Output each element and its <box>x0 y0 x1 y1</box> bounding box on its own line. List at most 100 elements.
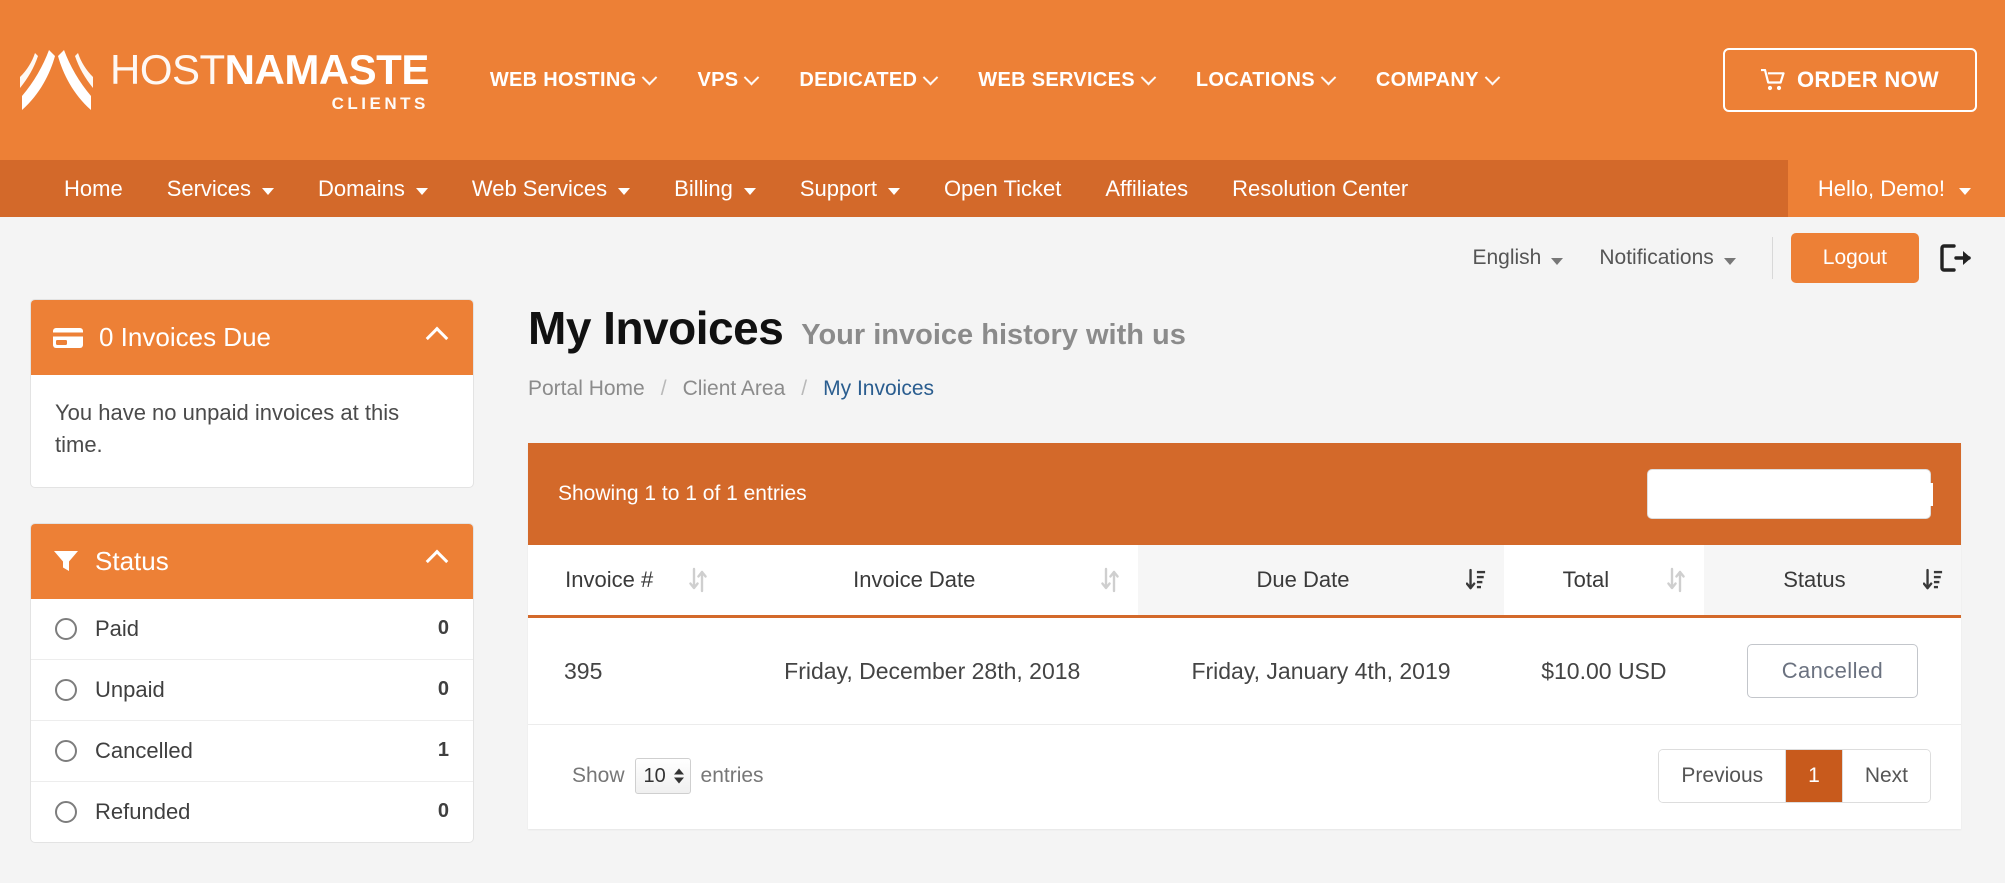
order-now-button[interactable]: ORDER NOW <box>1722 48 1977 112</box>
main-content: My Invoices Your invoice history with us… <box>474 299 2005 878</box>
language-selector[interactable]: English <box>1454 246 1581 270</box>
topnav-item-company[interactable]: COMPANY <box>1355 69 1519 92</box>
table-search-box[interactable] <box>1647 469 1933 519</box>
status-filter-panel: Status Paid 0 Unpaid 0 Cancelled 1 Refun… <box>30 522 474 843</box>
radio-icon[interactable] <box>55 678 77 701</box>
column-header-invoice-number[interactable]: Invoice # <box>528 545 727 617</box>
search-input[interactable] <box>1668 482 1933 506</box>
topnav-item-locations[interactable]: LOCATIONS <box>1175 69 1355 92</box>
column-label: Total <box>1562 567 1610 592</box>
pagination-next[interactable]: Next <box>1842 750 1930 802</box>
page-subtitle: Your invoice history with us <box>801 319 1186 351</box>
status-option-label: Unpaid <box>95 676 165 702</box>
credit-card-icon <box>53 327 83 348</box>
page-size-control: Show 10 entries <box>572 758 764 794</box>
primary-navigation: WEB HOSTING VPS DEDICATED WEB SERVICES L… <box>469 69 1723 92</box>
cell-invoice-date: Friday, December 28th, 2018 <box>726 616 1139 725</box>
sort-desc-icon <box>1923 568 1943 590</box>
table-footer: Show 10 entries Previous 1 Next <box>528 725 1961 829</box>
page-body: 0 Invoices Due You have no unpaid invoic… <box>0 299 2005 878</box>
status-option-label: Cancelled <box>95 737 193 763</box>
status-filter-option-refunded[interactable]: Refunded 0 <box>31 782 473 842</box>
sidebar: 0 Invoices Due You have no unpaid invoic… <box>30 299 474 878</box>
user-greeting-label: Hello, Demo! <box>1817 175 1945 201</box>
logo-name-bold: NAMASTE <box>224 45 430 93</box>
showing-entries-text: Showing 1 to 1 of 1 entries <box>558 482 807 505</box>
order-now-label: ORDER NOW <box>1796 67 1939 92</box>
sort-both-icon <box>689 567 708 593</box>
column-header-status[interactable]: Status <box>1703 545 1961 617</box>
table-row[interactable]: 395 Friday, December 28th, 2018 Friday, … <box>528 616 1961 725</box>
caret-down-icon <box>1723 257 1736 265</box>
breadcrumb-item-client-area[interactable]: Client Area <box>683 377 786 401</box>
subnav-label: Web Services <box>471 175 608 201</box>
radio-icon[interactable] <box>55 617 77 640</box>
topnav-item-dedicated[interactable]: DEDICATED <box>778 69 957 92</box>
caret-down-icon <box>1959 188 1971 195</box>
logo-name-thin: HOST <box>110 45 225 93</box>
status-option-count: 0 <box>437 800 449 823</box>
logout-button[interactable]: Logout <box>1790 233 1919 283</box>
subnav-label: Support <box>799 175 877 201</box>
sign-out-icon[interactable] <box>1939 243 1973 273</box>
breadcrumb-item-portal-home[interactable]: Portal Home <box>528 377 645 401</box>
radio-icon[interactable] <box>55 739 77 762</box>
column-label: Status <box>1783 567 1846 592</box>
column-header-invoice-date[interactable]: Invoice Date <box>726 545 1139 617</box>
logo-wordmark: HOSTNAMASTE CLIENTS <box>110 45 430 113</box>
subnav-label: Domains <box>318 175 405 201</box>
invoices-table-body: 395 Friday, December 28th, 2018 Friday, … <box>528 616 1961 725</box>
status-badge[interactable]: Cancelled <box>1746 644 1919 698</box>
pagination-page-1[interactable]: 1 <box>1786 750 1843 802</box>
topnav-item-vps[interactable]: VPS <box>676 69 778 92</box>
topnav-label: WEB SERVICES <box>978 68 1135 91</box>
subnav-item-billing[interactable]: Billing <box>652 160 778 217</box>
topnav-item-web-services[interactable]: WEB SERVICES <box>957 69 1175 92</box>
subnav-item-web-services[interactable]: Web Services <box>450 160 652 217</box>
subnav-label: Affiliates <box>1105 175 1189 201</box>
chevron-down-icon <box>744 69 760 85</box>
column-header-due-date[interactable]: Due Date <box>1138 545 1504 617</box>
subnav-item-domains[interactable]: Domains <box>296 160 450 217</box>
status-filter-option-unpaid[interactable]: Unpaid 0 <box>31 660 473 721</box>
chevron-up-icon[interactable] <box>425 549 449 573</box>
chevron-up-icon[interactable] <box>425 326 449 349</box>
radio-icon[interactable] <box>55 800 77 823</box>
subnav-label: Resolution Center <box>1232 175 1409 201</box>
status-filter-option-cancelled[interactable]: Cancelled 1 <box>31 721 473 782</box>
invoices-table-head: Invoice # Invoice Date Due Date Total St… <box>528 545 1961 617</box>
page-size-select[interactable]: 10 <box>634 758 691 794</box>
subnav-item-support[interactable]: Support <box>778 160 922 217</box>
cell-total: $10.00 USD <box>1503 616 1704 725</box>
subnav-item-open-ticket[interactable]: Open Ticket <box>922 160 1083 217</box>
subnav-item-affiliates[interactable]: Affiliates <box>1083 160 1210 217</box>
column-header-total[interactable]: Total <box>1503 545 1704 617</box>
topnav-item-web-hosting[interactable]: WEB HOSTING <box>469 69 677 92</box>
status-filter-header[interactable]: Status <box>31 523 473 599</box>
pagination-previous[interactable]: Previous <box>1659 750 1787 802</box>
invoices-due-header[interactable]: 0 Invoices Due <box>31 300 473 375</box>
invoices-table-card: Showing 1 to 1 of 1 entries Invoice # In… <box>528 443 1961 829</box>
site-logo[interactable]: HOSTNAMASTE CLIENTS <box>18 44 429 116</box>
status-filter-list: Paid 0 Unpaid 0 Cancelled 1 Refunded 0 <box>31 599 473 842</box>
notifications-menu[interactable]: Notifications <box>1581 246 1753 270</box>
user-account-menu[interactable]: Hello, Demo! <box>1787 160 2005 217</box>
utility-bar: English Notifications Logout <box>0 217 2005 299</box>
caret-down-icon <box>415 188 428 195</box>
cell-due-date: Friday, January 4th, 2019 <box>1138 616 1504 725</box>
breadcrumb-item-my-invoices[interactable]: My Invoices <box>823 377 934 401</box>
caret-down-icon <box>1551 257 1564 265</box>
breadcrumb-separator: / <box>660 377 667 400</box>
top-brand-bar: HOSTNAMASTE CLIENTS WEB HOSTING VPS DEDI… <box>0 0 2005 160</box>
status-filter-option-paid[interactable]: Paid 0 <box>31 599 473 660</box>
subnav-item-services[interactable]: Services <box>145 160 296 217</box>
chevron-down-icon <box>642 69 658 85</box>
page-size-value: 10 <box>643 764 666 787</box>
logo-subtitle: CLIENTS <box>331 93 429 113</box>
topnav-label: DEDICATED <box>799 68 918 91</box>
column-label: Invoice # <box>565 567 654 592</box>
invoices-due-title: 0 Invoices Due <box>99 322 271 352</box>
subnav-item-resolution-center[interactable]: Resolution Center <box>1210 160 1430 217</box>
subnav-item-home[interactable]: Home <box>42 160 145 217</box>
filter-icon <box>54 551 78 572</box>
